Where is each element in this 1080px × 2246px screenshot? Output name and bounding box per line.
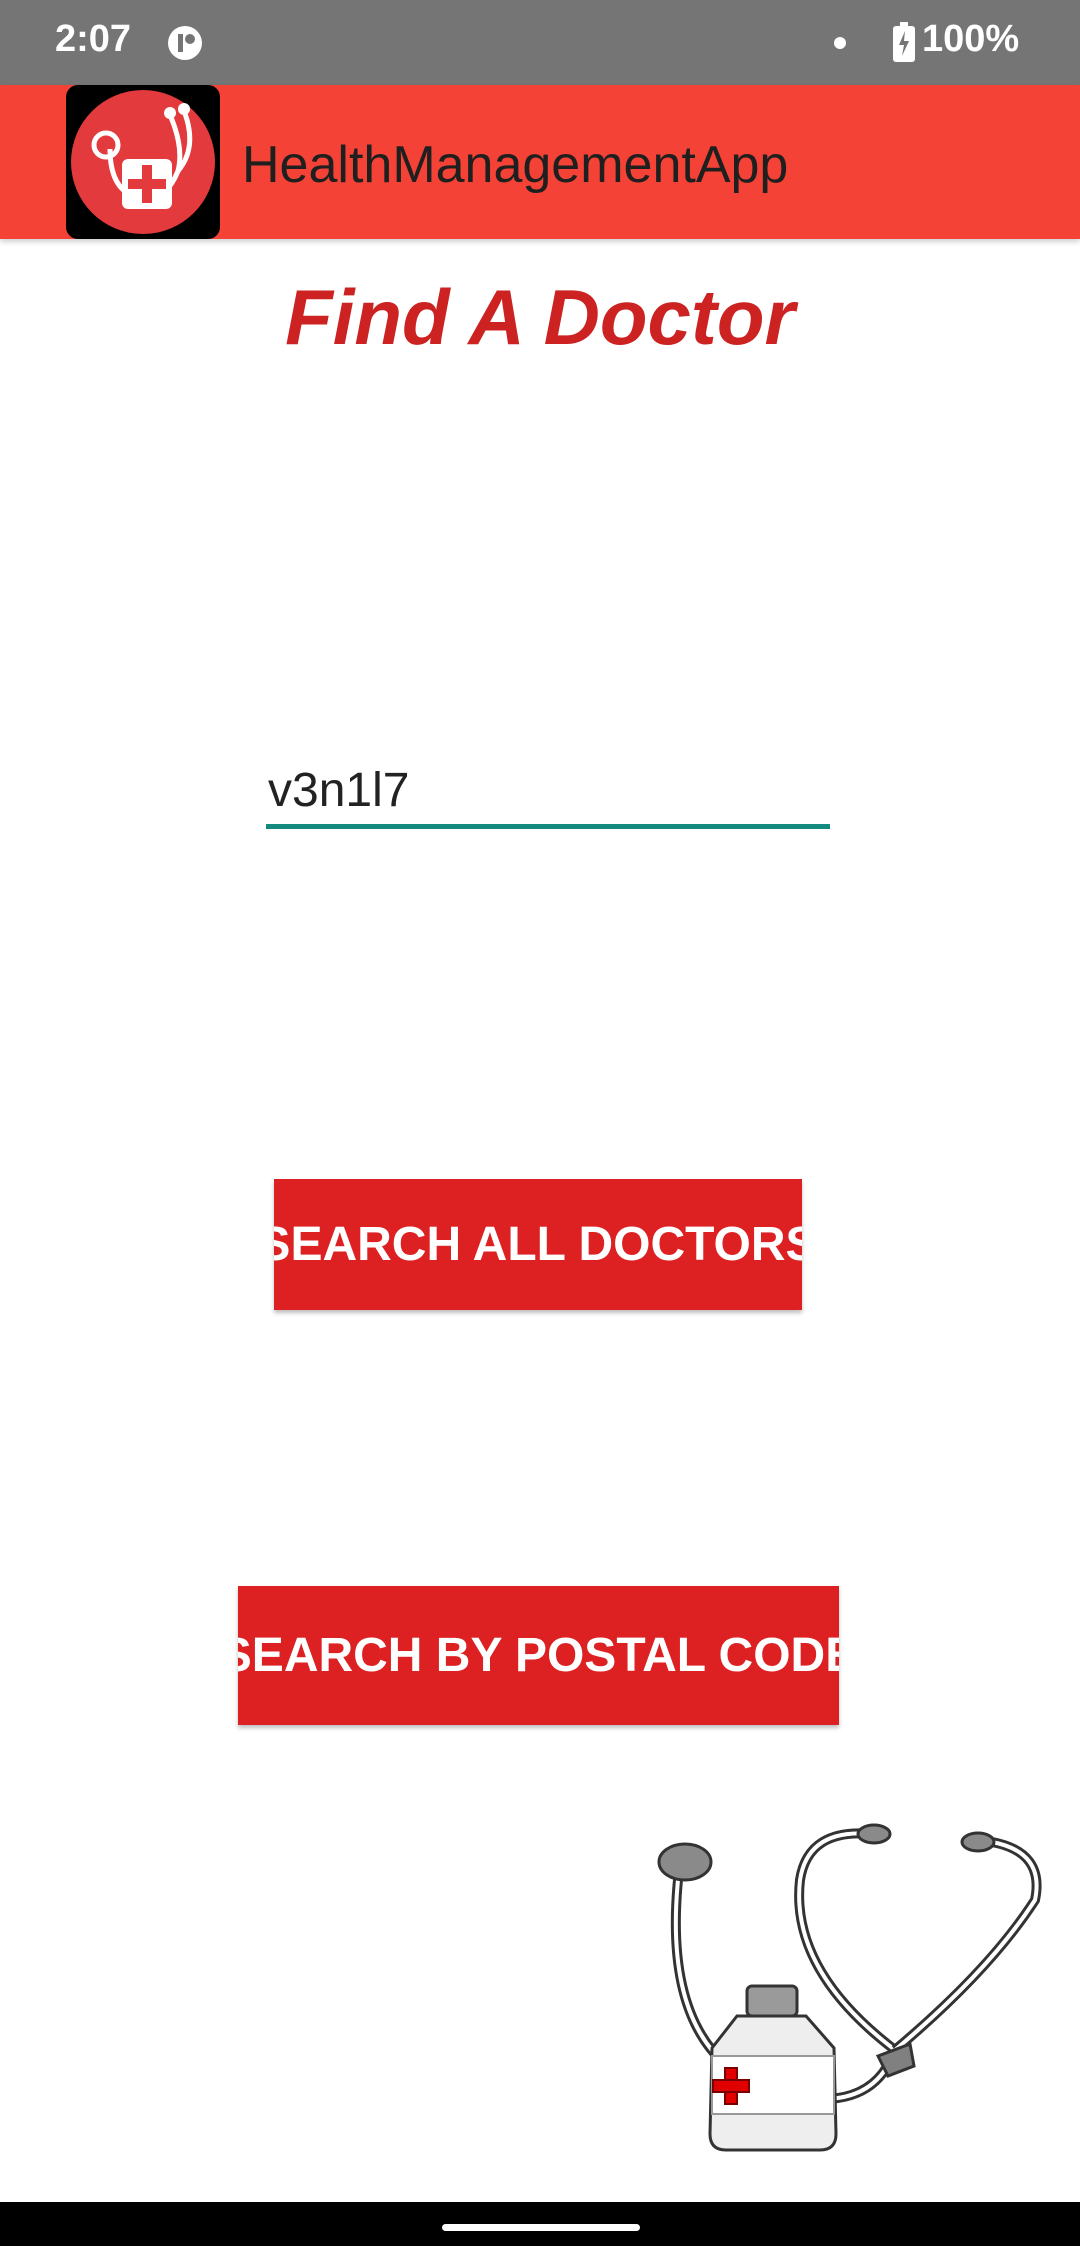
app-logo <box>66 85 220 239</box>
app-bar: HealthManagementApp <box>0 85 1080 239</box>
app-title: HealthManagementApp <box>242 136 789 194</box>
search-by-postal-code-button[interactable]: SEARCH BY POSTAL CODE <box>238 1586 839 1725</box>
home-handle[interactable] <box>442 2224 640 2231</box>
dot-icon <box>834 37 846 49</box>
battery-charging-icon <box>893 22 915 62</box>
postal-code-input[interactable] <box>266 756 830 829</box>
status-time: 2:07 <box>55 18 132 60</box>
notification-icon <box>168 26 202 60</box>
status-bar: 2:07 100% <box>0 0 1080 85</box>
stethoscope-medical-cross-logo-icon <box>71 90 215 234</box>
page-title: Find A Doctor <box>285 273 795 361</box>
search-all-doctors-button[interactable]: SEARCH ALL DOCTORS <box>274 1179 802 1310</box>
battery-percent: 100% <box>922 18 1020 60</box>
stethoscope-medicine-bottle-illustration-icon <box>657 1823 1042 2152</box>
